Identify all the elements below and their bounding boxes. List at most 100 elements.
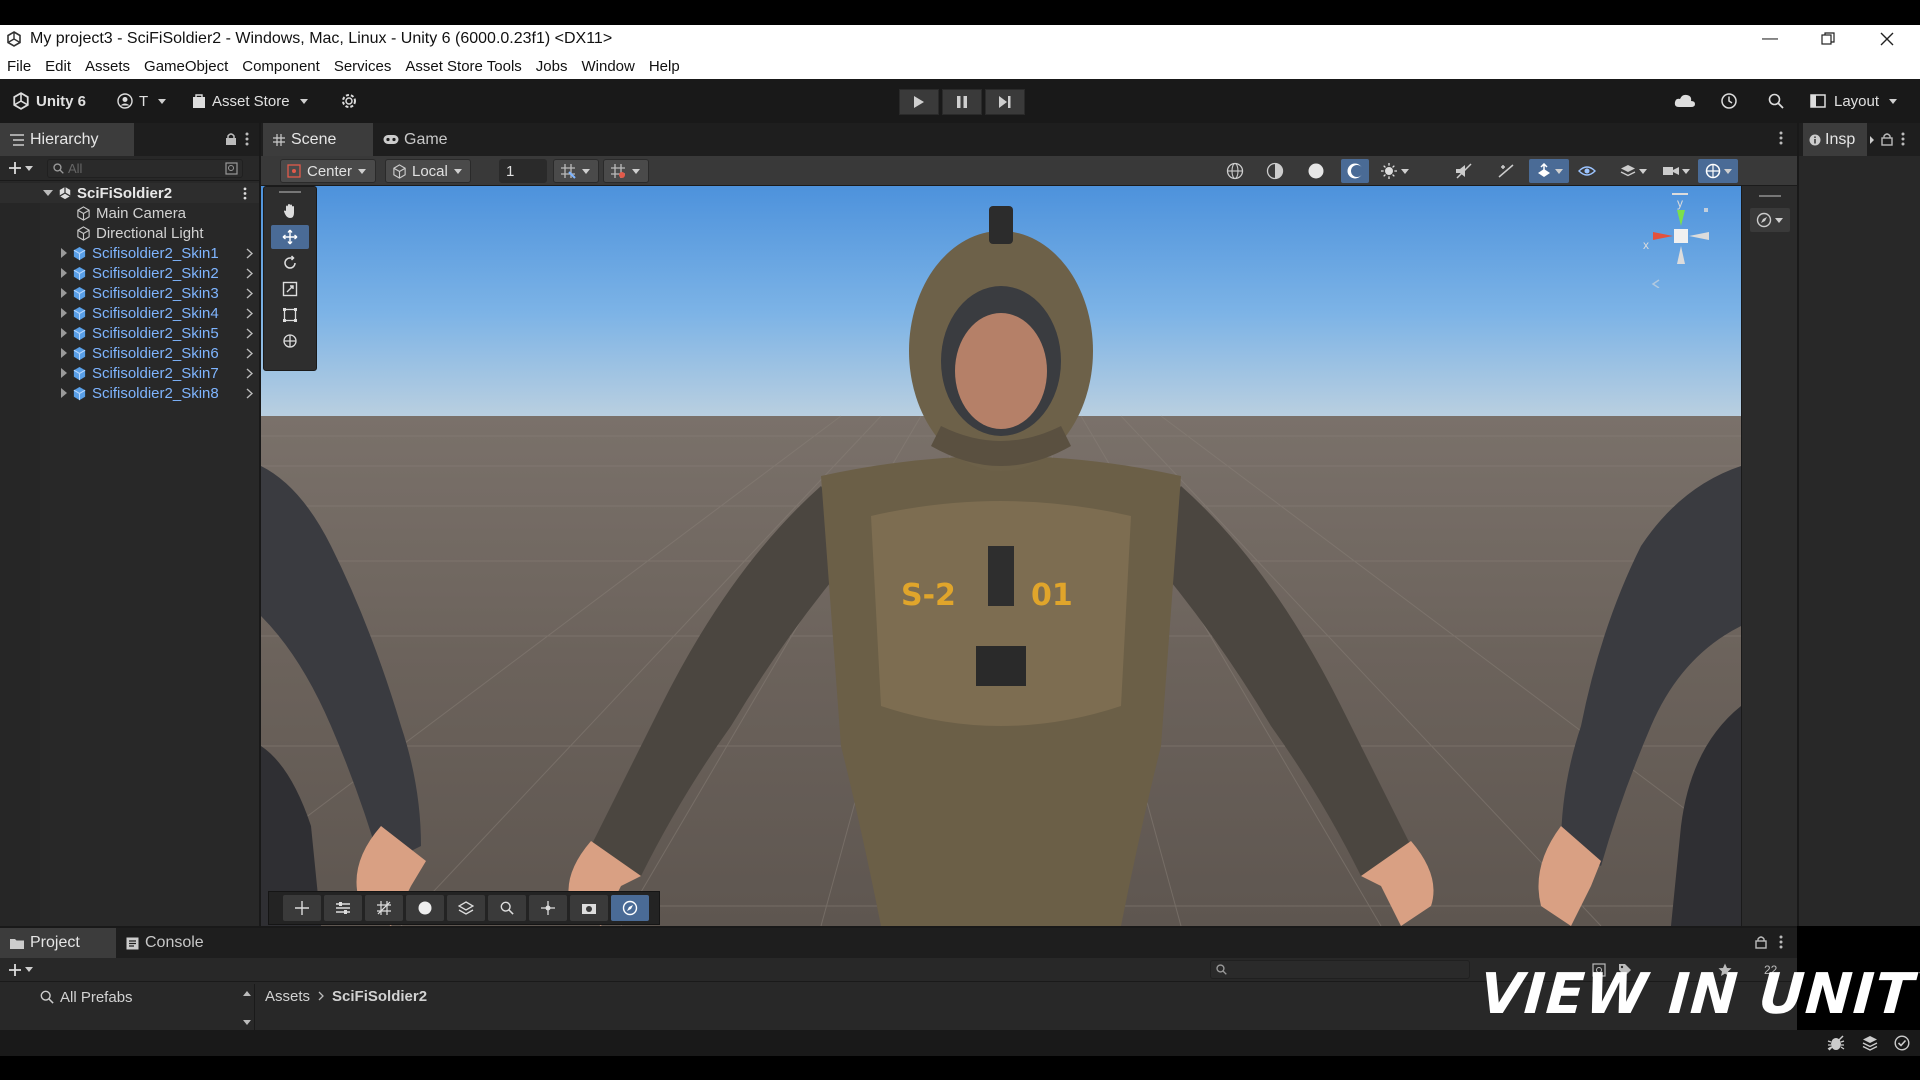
layout-dropdown[interactable]: Layout — [1810, 79, 1898, 123]
breadcrumb-assets[interactable]: Assets — [265, 988, 310, 1005]
expand-arrow[interactable] — [61, 388, 67, 398]
account-dropdown[interactable]: T — [117, 79, 167, 123]
check-circle-icon[interactable] — [1894, 1035, 1910, 1051]
lighting-mode-toggle[interactable] — [1341, 159, 1369, 183]
menu-jobs[interactable]: Jobs — [536, 58, 568, 75]
menu-window[interactable]: Window — [581, 58, 634, 75]
lock-icon[interactable] — [225, 132, 237, 146]
chevron-right-icon[interactable] — [246, 247, 253, 259]
transform-tool-button[interactable] — [271, 329, 309, 353]
overlay-pivot-button[interactable] — [529, 895, 567, 921]
add-object-button[interactable] — [8, 161, 33, 175]
kebab-menu-icon[interactable] — [1901, 132, 1905, 146]
pivot-rotation-dropdown[interactable]: Local — [385, 159, 471, 183]
lock-icon[interactable] — [1881, 132, 1893, 146]
hierarchy-row-directional-light[interactable]: Directional Light — [0, 223, 259, 243]
lock-icon[interactable] — [1755, 935, 1767, 949]
layers-dropdown[interactable] — [1613, 159, 1653, 183]
hand-tool-button[interactable] — [271, 199, 309, 223]
scene-viewport[interactable]: S-2 01 y x — [261, 186, 1741, 926]
gizmos-camera-dropdown[interactable] — [1656, 159, 1696, 183]
menu-help[interactable]: Help — [649, 58, 680, 75]
overlay-layers-button[interactable] — [447, 895, 485, 921]
chevron-right-icon[interactable] — [246, 347, 253, 359]
cloud-button[interactable] — [1674, 79, 1696, 123]
play-button[interactable] — [899, 89, 939, 115]
tab-console[interactable]: Console — [116, 928, 222, 958]
expand-arrow[interactable] — [61, 368, 67, 378]
gizmos-dropdown[interactable] — [1698, 159, 1738, 183]
overlay-move-button[interactable] — [283, 895, 321, 921]
pause-button[interactable] — [942, 89, 982, 115]
kebab-menu-icon[interactable] — [1779, 935, 1783, 949]
scene-root-row[interactable]: SciFiSoldier2 — [0, 183, 259, 203]
history-button[interactable] — [1720, 79, 1738, 123]
project-tree-scrollbar[interactable] — [242, 988, 252, 1028]
step-button[interactable] — [985, 89, 1025, 115]
overlay-navigate-button[interactable] — [611, 895, 649, 921]
hierarchy-row-prefab[interactable]: Scifisoldier2_Skin2 — [0, 263, 259, 283]
rect-tool-button[interactable] — [271, 303, 309, 327]
filter-icon[interactable] — [225, 161, 238, 175]
tab-hierarchy[interactable]: Hierarchy — [0, 123, 134, 156]
tab-project[interactable]: Project — [0, 928, 116, 958]
audio-toggle[interactable] — [1450, 159, 1478, 183]
hidden-objects-toggle[interactable] — [1573, 159, 1601, 183]
expand-arrow[interactable] — [61, 348, 67, 358]
overlay-align-button[interactable] — [324, 895, 362, 921]
hierarchy-search-input[interactable]: All — [47, 158, 243, 178]
overlay-grid-button[interactable] — [365, 895, 403, 921]
neighbour-soldier-right[interactable] — [261, 186, 1741, 926]
close-button[interactable] — [1864, 25, 1910, 53]
hierarchy-row-prefab[interactable]: Scifisoldier2_Skin1 — [0, 243, 259, 263]
hierarchy-row-prefab[interactable]: Scifisoldier2_Skin4 — [0, 303, 259, 323]
breadcrumb-current-folder[interactable]: SciFiSoldier2 — [332, 988, 427, 1005]
rotate-tool-button[interactable] — [271, 251, 309, 275]
layers-status-icon[interactable] — [1862, 1035, 1878, 1051]
hierarchy-row-prefab[interactable]: Scifisoldier2_Skin8 — [0, 383, 259, 403]
create-asset-button[interactable] — [8, 963, 33, 977]
hierarchy-row-prefab[interactable]: Scifisoldier2_Skin6 — [0, 343, 259, 363]
chevron-right-icon[interactable] — [1869, 135, 1875, 145]
overlay-drag-handle[interactable] — [1742, 190, 1797, 202]
expand-arrow[interactable] — [61, 288, 67, 298]
grid-snap-input[interactable]: 1 — [499, 159, 547, 183]
move-tool-button[interactable] — [271, 225, 309, 249]
hierarchy-row-main-camera[interactable]: Main Camera — [0, 203, 259, 223]
kebab-menu-icon[interactable] — [245, 132, 249, 146]
menu-edit[interactable]: Edit — [45, 58, 71, 75]
overlay-drag-handle[interactable] — [264, 187, 316, 197]
project-search-input[interactable] — [1210, 960, 1470, 979]
hierarchy-row-prefab[interactable]: Scifisoldier2_Skin5 — [0, 323, 259, 343]
expand-arrow[interactable] — [61, 248, 67, 258]
menu-assets[interactable]: Assets — [85, 58, 130, 75]
kebab-menu-icon[interactable] — [1779, 131, 1783, 145]
pivot-mode-dropdown[interactable]: Center — [280, 159, 376, 183]
chevron-right-icon[interactable] — [246, 367, 253, 379]
increment-snap-toggle[interactable] — [603, 159, 649, 183]
cloud-services-button[interactable] — [340, 79, 358, 123]
overlay-shaded-button[interactable] — [406, 895, 444, 921]
restore-button[interactable] — [1805, 25, 1851, 53]
overlay-camera-button[interactable] — [570, 895, 608, 921]
tab-game[interactable]: Game — [373, 123, 463, 156]
camera-compass-dropdown[interactable] — [1749, 208, 1790, 232]
overlay-search-button[interactable] — [488, 895, 526, 921]
menu-asset-store-tools[interactable]: Asset Store Tools — [405, 58, 521, 75]
minimize-button[interactable]: — — [1747, 25, 1793, 53]
menu-services[interactable]: Services — [334, 58, 392, 75]
draw-mode-toggle[interactable] — [1221, 159, 1249, 183]
chevron-right-icon[interactable] — [246, 307, 253, 319]
favorites-all-prefabs[interactable]: All Prefabs — [0, 986, 254, 1008]
shaded-mode-toggle[interactable] — [1302, 159, 1330, 183]
scene-camera-dropdown[interactable] — [1529, 159, 1569, 183]
asset-store-dropdown[interactable]: Asset Store — [192, 79, 308, 123]
menu-file[interactable]: File — [7, 58, 31, 75]
chevron-right-icon[interactable] — [246, 387, 253, 399]
search-button[interactable] — [1768, 79, 1784, 123]
menu-component[interactable]: Component — [242, 58, 320, 75]
menu-gameobject[interactable]: GameObject — [144, 58, 228, 75]
expand-arrow[interactable] — [61, 308, 67, 318]
shaded-wireframe-toggle[interactable] — [1261, 159, 1289, 183]
fx-toggle[interactable] — [1492, 159, 1520, 183]
